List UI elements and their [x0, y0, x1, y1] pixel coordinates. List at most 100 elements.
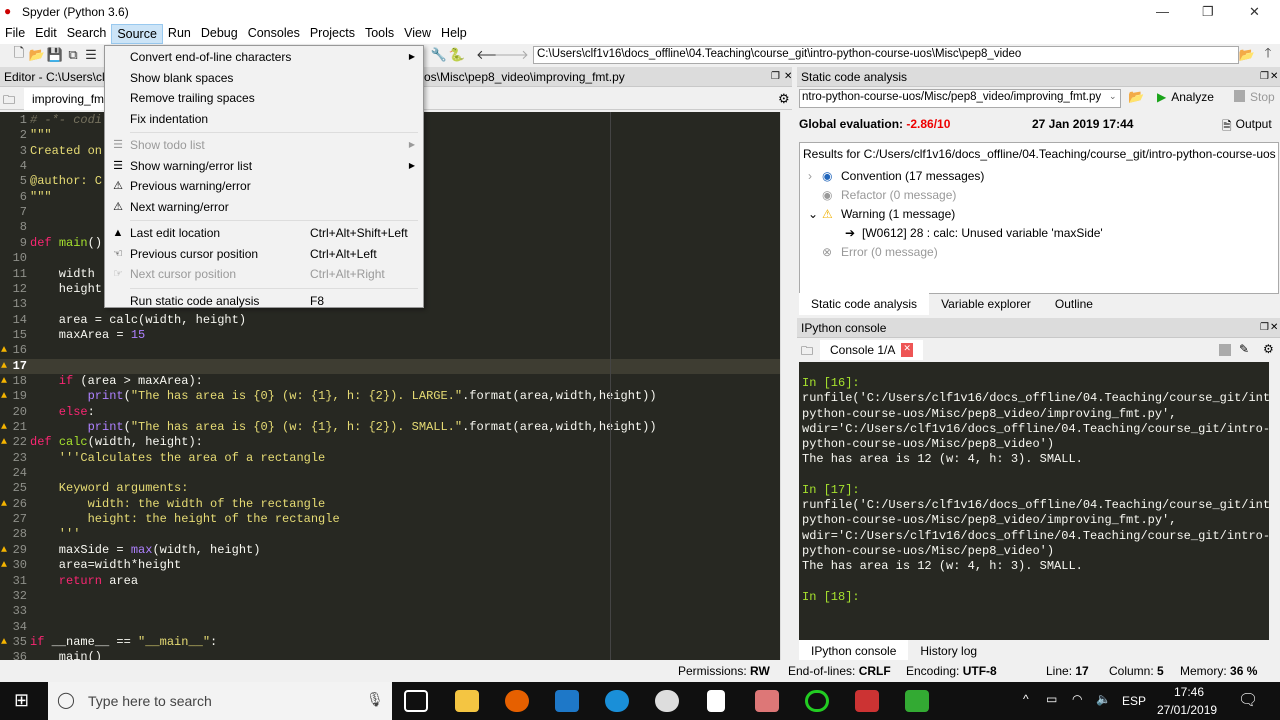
menu-tools[interactable]: Tools — [360, 24, 399, 44]
ipython-console[interactable]: In [16]: runfile('C:/Users/clf1v16/docs_… — [799, 362, 1269, 640]
menu-item-previous-cursor-position[interactable]: ☜ Previous cursor position Ctrl+Alt+Left — [105, 244, 423, 264]
app-icon[interactable] — [655, 690, 679, 712]
undock-icon[interactable]: ❐ — [771, 71, 780, 82]
new-file-icon[interactable]: 🗋 — [10, 44, 28, 66]
minimize-button[interactable]: — — [1156, 4, 1169, 19]
menu-item-next-cursor-position[interactable]: ☞ Next cursor position Ctrl+Alt+Right — [105, 264, 423, 284]
save-icon[interactable]: 💾 — [46, 47, 64, 63]
code-line[interactable]: 24 — [0, 466, 780, 481]
menu-item-convert-end-of-line-characters[interactable]: Convert end-of-line characters ▶ — [105, 47, 423, 67]
taskbar-search[interactable]: ◯ Type here to search 🎙 — [48, 682, 392, 720]
camtasia-icon[interactable] — [905, 690, 929, 712]
menu-run[interactable]: Run — [163, 24, 196, 44]
browse-tabs-icon[interactable]: 🗀 — [3, 91, 15, 112]
snipping-tool-icon[interactable] — [755, 690, 779, 712]
expand-arrow-icon[interactable]: › — [808, 169, 812, 183]
firefox-icon[interactable] — [505, 690, 529, 712]
notepad-icon[interactable] — [707, 690, 725, 712]
code-line[interactable]: 32 — [0, 589, 780, 604]
wifi-icon[interactable]: ◠ — [1072, 692, 1082, 706]
code-line[interactable]: ▲ 22 def calc(width, height): — [0, 435, 780, 450]
parent-dir-icon[interactable]: 🡑 — [1259, 44, 1277, 66]
menu-file[interactable]: File — [0, 24, 30, 44]
gear-icon[interactable]: ⚙ — [778, 91, 790, 107]
notifications-icon[interactable]: 🗨 — [1238, 690, 1258, 710]
analysis-file-combobox[interactable]: ntro-python-course-uos/Misc/pep8_video/i… — [799, 89, 1121, 108]
back-arrow-icon[interactable]: 🡐 — [476, 47, 511, 63]
editor-scrollbar[interactable] — [780, 112, 792, 660]
tab-variable-explorer[interactable]: Variable explorer — [929, 293, 1043, 315]
microphone-icon[interactable]: 🎙 — [366, 691, 384, 708]
python-icon[interactable]: 🐍 — [448, 47, 466, 63]
close-pane-icon[interactable]: ✕ — [784, 71, 792, 82]
output-button[interactable]: 🗎 Output — [1222, 117, 1272, 138]
menu-debug[interactable]: Debug — [196, 24, 243, 44]
code-line[interactable]: 20 else: — [0, 405, 780, 420]
spyder-taskbar-icon[interactable] — [855, 690, 879, 712]
console-tab[interactable]: Console 1/A ✕ — [820, 340, 923, 360]
code-line[interactable]: ▲ 26 width: the width of the rectangle — [0, 497, 780, 512]
menu-item-next-warning-error[interactable]: ⚠ Next warning/error — [105, 197, 423, 217]
clock-date[interactable]: 27/01/2019 — [1157, 703, 1217, 717]
code-line[interactable]: 28 ''' — [0, 527, 780, 542]
clock-time[interactable]: 17:46 — [1174, 685, 1204, 699]
error-item[interactable]: Error (0 message) — [841, 245, 938, 259]
code-line[interactable]: ▲ 29 maxSide = max(width, height) — [0, 543, 780, 558]
menu-item-show-warning-error-list[interactable]: ☰ Show warning/error list ▶ — [105, 156, 423, 176]
tab-static-code-analysis[interactable]: Static code analysis — [799, 293, 930, 315]
code-line[interactable]: ▲ 35 if __name__ == "__main__": — [0, 635, 780, 650]
menu-help[interactable]: Help — [436, 24, 472, 44]
close-button[interactable]: ✕ — [1249, 4, 1260, 20]
gear-icon[interactable]: ⚙ — [1263, 342, 1274, 356]
code-line[interactable]: 14 area = calc(width, height) — [0, 313, 780, 328]
menu-item-show-blank-spaces[interactable]: Show blank spaces — [105, 68, 423, 88]
console-scrollbar[interactable] — [1269, 362, 1280, 640]
undock-icon[interactable]: ❐ — [1260, 322, 1269, 333]
battery-icon[interactable]: ▭ — [1046, 692, 1057, 706]
forward-arrow-icon[interactable]: 🡒 — [494, 47, 529, 63]
collapse-arrow-icon[interactable]: ⌄ — [808, 207, 818, 221]
menu-view[interactable]: View — [399, 24, 436, 44]
code-line[interactable]: ▲ 30 area=width*height — [0, 558, 780, 573]
code-line[interactable]: 34 — [0, 620, 780, 635]
analyze-button[interactable]: ▶ Analyze — [1157, 90, 1214, 104]
maximize-button[interactable]: ❐ — [1202, 4, 1214, 20]
clear-console-icon[interactable]: ✎ — [1239, 342, 1249, 356]
code-line[interactable]: ▲ 19 print("The has area is {0} (w: {1}, … — [0, 389, 780, 404]
menu-consoles[interactable]: Consoles — [243, 24, 305, 44]
tab-ipython-console[interactable]: IPython console — [799, 640, 909, 662]
code-line[interactable]: ▲ 16 — [0, 343, 780, 358]
menu-item-run-static-code-analysis[interactable]: Run static code analysis F8 — [105, 291, 423, 311]
code-line[interactable]: ▲ 18 if (area > maxArea): — [0, 374, 780, 389]
open-file-icon[interactable]: 📂 — [28, 47, 46, 63]
menu-search[interactable]: Search — [62, 24, 112, 44]
chevron-up-icon[interactable]: ^ — [1023, 692, 1029, 706]
menu-item-last-edit-location[interactable]: ▲ Last edit location Ctrl+Alt+Shift+Left — [105, 223, 423, 243]
refactor-item[interactable]: Refactor (0 message) — [841, 188, 956, 202]
task-view-icon[interactable] — [404, 690, 428, 712]
code-line[interactable]: ▲ 17 — [0, 358, 780, 374]
convention-item[interactable]: Convention (17 messages) — [841, 169, 984, 183]
vscode-icon[interactable] — [555, 690, 579, 712]
loading-app-icon[interactable] — [805, 690, 829, 712]
menu-item-show-todo-list[interactable]: ☰ Show todo list ▶ — [105, 135, 423, 155]
wrench-icon[interactable]: 🔧 — [430, 47, 448, 63]
undock-icon[interactable]: ❐ — [1260, 71, 1269, 82]
menu-item-fix-indentation[interactable]: Fix indentation — [105, 109, 423, 129]
stop-button[interactable]: Stop — [1234, 90, 1275, 104]
close-tab-icon[interactable]: ✕ — [901, 343, 913, 357]
menu-item-remove-trailing-spaces[interactable]: Remove trailing spaces — [105, 88, 423, 108]
menu-source[interactable]: Source — [111, 24, 163, 44]
stop-kernel-icon[interactable] — [1219, 344, 1231, 356]
speaker-icon[interactable]: 🔈 — [1096, 692, 1111, 706]
language-indicator[interactable]: ESP — [1122, 694, 1146, 708]
working-directory-input[interactable]: C:\Users\clf1v16\docs_offline\04.Teachin… — [533, 46, 1239, 64]
list-icon[interactable]: ☰ — [82, 47, 100, 63]
browse-folder-icon[interactable]: 📂 — [1238, 47, 1256, 63]
tab-history-log[interactable]: History log — [908, 640, 989, 662]
code-line[interactable]: 23 '''Calculates the area of a rectangle — [0, 451, 780, 466]
code-line[interactable]: 31 return area — [0, 574, 780, 589]
tab-outline[interactable]: Outline — [1043, 293, 1105, 315]
browse-tabs-icon[interactable]: 🗀 — [801, 342, 813, 363]
code-line[interactable]: ▲ 21 print("The has area is {0} (w: {1}, … — [0, 420, 780, 435]
